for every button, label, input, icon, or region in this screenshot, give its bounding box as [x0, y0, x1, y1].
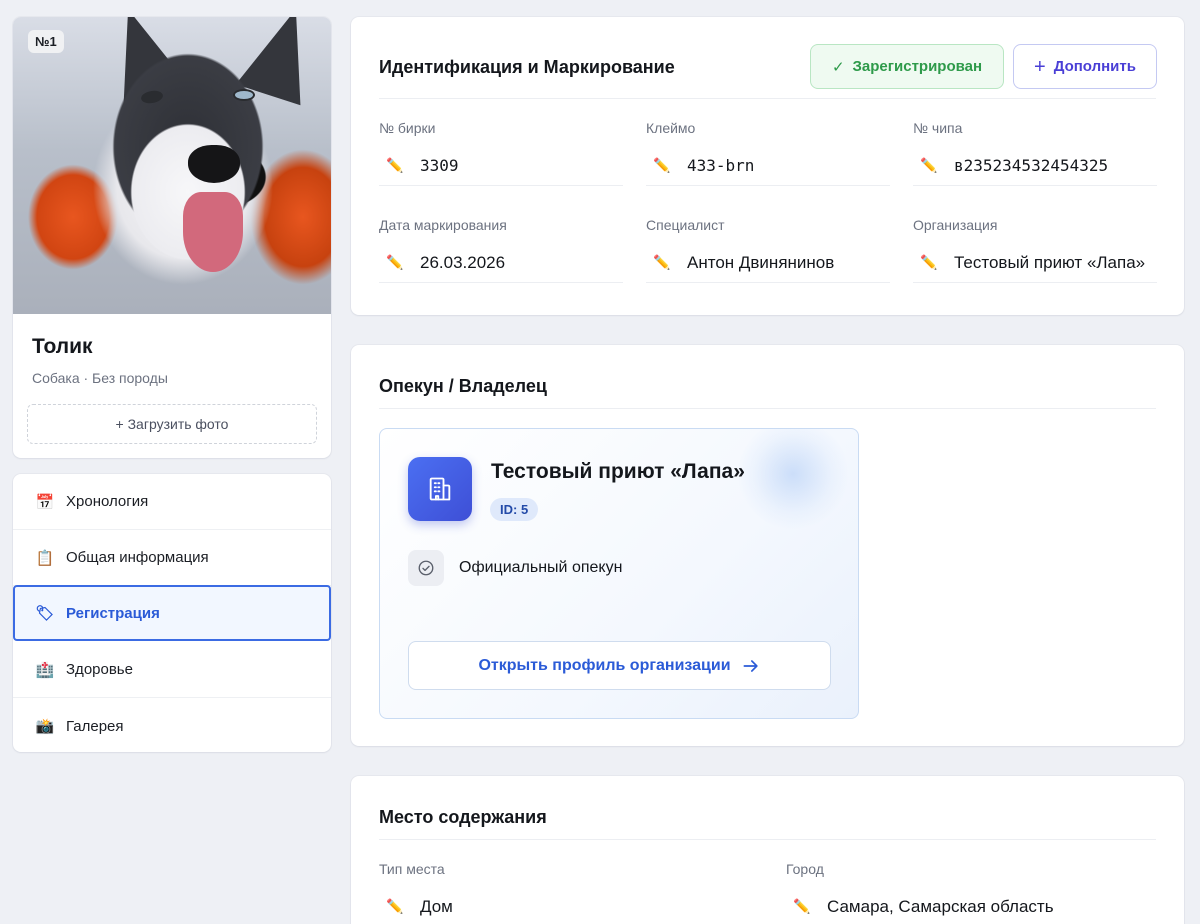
- open-organization-profile-button[interactable]: Открыть профиль организации: [408, 641, 831, 690]
- section-title: Место содержания: [379, 807, 547, 827]
- registered-status-button[interactable]: ✓ Зарегистрирован: [810, 44, 1004, 89]
- menu-item-registration[interactable]: 🏷 Регистрация: [13, 585, 331, 641]
- menu-item-label: Регистрация: [66, 604, 160, 622]
- pet-name: Толик: [32, 335, 93, 358]
- section-title: Опекун / Владелец: [379, 376, 547, 396]
- registered-status-label: Зарегистрирован: [852, 58, 983, 75]
- pencil-icon[interactable]: ✏️: [793, 898, 813, 915]
- camera-icon: 📸: [35, 718, 55, 735]
- menu-item-timeline[interactable]: 📅 Хронология: [13, 474, 331, 530]
- clipboard-icon: 📋: [35, 549, 55, 567]
- pencil-icon[interactable]: ✏️: [386, 898, 406, 915]
- menu-item-label: Здоровье: [66, 661, 133, 678]
- field-value-row[interactable]: ✏️ Тестовый приют «Лапа»: [913, 243, 1157, 283]
- field-value-row[interactable]: ✏️ Дом: [379, 887, 759, 924]
- field-value-row[interactable]: ✏️ Антон Двинянинов: [646, 243, 890, 283]
- menu-item-label: Хронология: [66, 493, 149, 510]
- arrow-right-icon: [741, 656, 761, 676]
- field-label: Тип места: [379, 861, 445, 877]
- organization-id-badge: ID: 5: [490, 498, 539, 521]
- field-label: № бирки: [379, 120, 436, 136]
- divider: [379, 408, 1156, 409]
- section-menu: 📅 Хронология 📋 Общая информация 🏷 Регист…: [13, 474, 331, 752]
- menu-item-gallery[interactable]: 📸 Галерея: [13, 698, 331, 752]
- menu-item-health[interactable]: 🏥 Здоровье: [13, 642, 331, 698]
- field-label: Организация: [913, 217, 998, 233]
- section-title: Идентификация и Маркирование: [379, 57, 675, 77]
- building-icon: [408, 457, 472, 521]
- upload-photo-button[interactable]: + Загрузить фото: [27, 404, 317, 444]
- menu-item-general-info[interactable]: 📋 Общая информация: [13, 530, 331, 586]
- open-organization-label: Открыть профиль организации: [478, 656, 731, 674]
- dog-eye-right: [233, 89, 255, 101]
- owner-section: Опекун / Владелец Тестовый приют «Лапа» …: [351, 345, 1184, 746]
- organization-name: Тестовый приют «Лапа»: [491, 460, 745, 483]
- field-value-row[interactable]: ✏️ в235234532454325: [913, 146, 1157, 186]
- pet-number-badge: №1: [28, 30, 64, 53]
- field-value: Дом: [420, 896, 453, 916]
- field-label: № чипа: [913, 120, 963, 136]
- field-value: 26.03.2026: [420, 252, 506, 272]
- menu-item-label: Общая информация: [66, 549, 209, 566]
- tag-icon: 🏷: [35, 605, 55, 622]
- field-label: Специалист: [646, 217, 725, 233]
- city-field: Город ✏️ Самара, Самарская область: [786, 861, 1166, 924]
- owner-organization-card: Тестовый приют «Лапа» ID: 5 Официальный …: [379, 428, 859, 719]
- tag-number-field: № бирки ✏️ 3309: [379, 120, 623, 186]
- brand-field: Клеймо ✏️ 433-brn: [646, 120, 890, 186]
- pencil-icon[interactable]: ✏️: [920, 254, 940, 271]
- field-value-row[interactable]: ✏️ 26.03.2026: [379, 243, 623, 283]
- field-value: 433-brn: [687, 156, 755, 175]
- pet-subtitle: Собака · Без породы: [32, 370, 168, 386]
- guardian-role: Официальный опекун: [459, 559, 623, 576]
- field-label: Город: [786, 861, 824, 877]
- specialist-field: Специалист ✏️ Антон Двинянинов: [646, 217, 890, 283]
- decorative-glow: [738, 429, 848, 529]
- divider: [379, 839, 1156, 840]
- pet-photo[interactable]: №1: [13, 17, 331, 314]
- dog-tongue: [183, 192, 243, 272]
- plus-icon: +: [1034, 55, 1046, 78]
- field-value: в235234532454325: [954, 156, 1109, 175]
- pencil-icon[interactable]: ✏️: [386, 157, 406, 174]
- field-value: Тестовый приют «Лапа»: [954, 252, 1146, 272]
- pencil-icon[interactable]: ✏️: [653, 157, 673, 174]
- field-value: Антон Двинянинов: [687, 252, 835, 272]
- pencil-icon[interactable]: ✏️: [920, 157, 940, 174]
- divider: [379, 98, 1156, 99]
- pencil-icon[interactable]: ✏️: [653, 254, 673, 271]
- identification-section: Идентификация и Маркирование ✓ Зарегистр…: [351, 17, 1184, 315]
- calendar-icon: 📅: [35, 493, 55, 511]
- marking-date-field: Дата маркирования ✏️ 26.03.2026: [379, 217, 623, 283]
- menu-item-label: Галерея: [66, 717, 124, 735]
- field-value-row[interactable]: ✏️ 433-brn: [646, 146, 890, 186]
- chip-number-field: № чипа ✏️ в235234532454325: [913, 120, 1157, 186]
- field-label: Клеймо: [646, 120, 696, 136]
- pet-profile-card: №1 Толик Собака · Без породы + Загрузить…: [13, 17, 331, 458]
- field-value-row[interactable]: ✏️ 3309: [379, 146, 623, 186]
- check-icon: ✓: [831, 58, 845, 76]
- housing-section: Место содержания Тип места ✏️ Дом Город …: [351, 776, 1184, 924]
- add-info-button[interactable]: + Дополнить: [1013, 44, 1157, 89]
- hospital-icon: 🏥: [35, 661, 55, 679]
- add-info-label: Дополнить: [1053, 58, 1136, 75]
- place-type-field: Тип места ✏️ Дом: [379, 861, 759, 924]
- field-value: 3309: [420, 156, 459, 175]
- field-value-row[interactable]: ✏️ Самара, Самарская область: [786, 887, 1166, 924]
- pencil-icon[interactable]: ✏️: [386, 254, 406, 271]
- organization-field: Организация ✏️ Тестовый приют «Лапа»: [913, 217, 1157, 283]
- field-value: Самара, Самарская область: [827, 896, 1054, 916]
- dog-nose: [188, 145, 240, 183]
- check-circle-icon: [408, 550, 444, 586]
- field-label: Дата маркирования: [379, 217, 507, 233]
